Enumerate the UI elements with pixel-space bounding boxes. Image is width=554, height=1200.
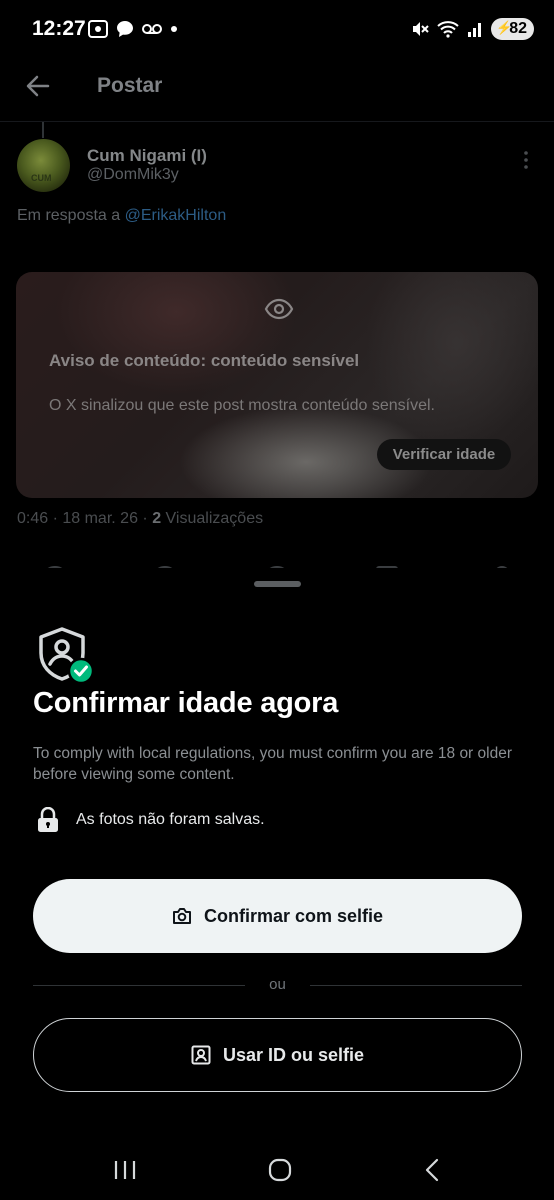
voicemail-icon <box>142 24 162 34</box>
author-handle[interactable]: @DomMik3y <box>87 166 179 184</box>
signal-icon <box>468 23 482 37</box>
wifi-icon <box>437 21 459 38</box>
reply-mention-link[interactable]: @ErikakHilton <box>125 207 227 224</box>
battery-bolt-icon: ⚡ <box>496 20 513 35</box>
views-count: 2 <box>152 510 162 527</box>
status-bar: 12:27 ⚡ 82 <box>0 0 554 60</box>
privacy-note-text: As fotos não foram salvas. <box>76 811 265 828</box>
thread-connector-line <box>42 122 44 138</box>
verify-age-button[interactable]: Verificar idade <box>377 439 511 470</box>
confirm-with-selfie-button[interactable]: Confirmar com selfie <box>33 879 522 953</box>
lock-icon <box>38 807 58 832</box>
screenshot-icon <box>88 20 108 38</box>
reply-prefix: Em resposta a <box>17 207 121 224</box>
reply-context: Em resposta a @ErikakHilton <box>17 207 226 225</box>
author-name[interactable]: Cum Nigami (I) <box>87 146 207 166</box>
sheet-title: Confirmar idade agora <box>33 687 339 719</box>
battery-indicator: ⚡ 82 <box>491 18 534 40</box>
views-label: Visualizações <box>165 510 264 527</box>
status-time: 12:27 <box>32 17 86 40</box>
nav-back-icon[interactable] <box>424 1158 440 1182</box>
divider-line-right <box>310 985 522 986</box>
post-view-background: Postar CUM Cum Nigami (I) @DomMik3y Em r… <box>0 60 554 600</box>
shield-check-icon <box>39 627 95 685</box>
eye-icon <box>264 298 294 320</box>
mute-icon <box>413 22 429 36</box>
home-icon[interactable] <box>268 1158 292 1182</box>
avatar-text: CUM <box>31 173 52 183</box>
privacy-note-row: As fotos não foram salvas. <box>36 807 265 833</box>
top-app-bar: Postar <box>0 60 554 122</box>
back-arrow-icon[interactable] <box>24 72 52 100</box>
use-id-or-selfie-label: Usar ID ou selfie <box>222 1044 365 1065</box>
camera-icon <box>172 908 191 924</box>
sheet-drag-handle[interactable] <box>254 581 301 587</box>
system-icons: ⚡ 82 <box>411 18 534 40</box>
notification-icons <box>88 20 178 38</box>
post-metadata: 0:46 · 18 mar. 26 · 2 Visualizações <box>17 510 263 528</box>
id-card-icon <box>191 1045 211 1065</box>
sensitive-media-card[interactable]: Aviso de conteúdo: conteúdo sensível O X… <box>16 272 538 498</box>
page-title: Postar <box>97 74 163 97</box>
post-timestamp: 0:46 · 18 mar. 26 · <box>17 510 148 527</box>
warning-title: Aviso de conteúdo: conteúdo sensível <box>49 351 360 370</box>
dot-icon <box>171 26 177 32</box>
recent-apps-icon[interactable] <box>113 1159 137 1181</box>
sheet-description: To comply with local regulations, you mu… <box>33 745 512 783</box>
chat-icon <box>117 21 133 37</box>
use-id-or-selfie-button[interactable]: Usar ID ou selfie <box>33 1018 522 1092</box>
age-verification-sheet: Confirmar idade agora To comply with loc… <box>0 568 554 1200</box>
system-navigation-bar <box>0 1140 554 1200</box>
avatar[interactable]: CUM <box>17 139 70 192</box>
more-options-icon[interactable] <box>522 150 530 170</box>
confirm-with-selfie-label: Confirmar com selfie <box>203 905 384 926</box>
or-divider: ou <box>33 976 522 996</box>
warning-body: O X sinalizou que este post mostra conte… <box>49 397 435 414</box>
